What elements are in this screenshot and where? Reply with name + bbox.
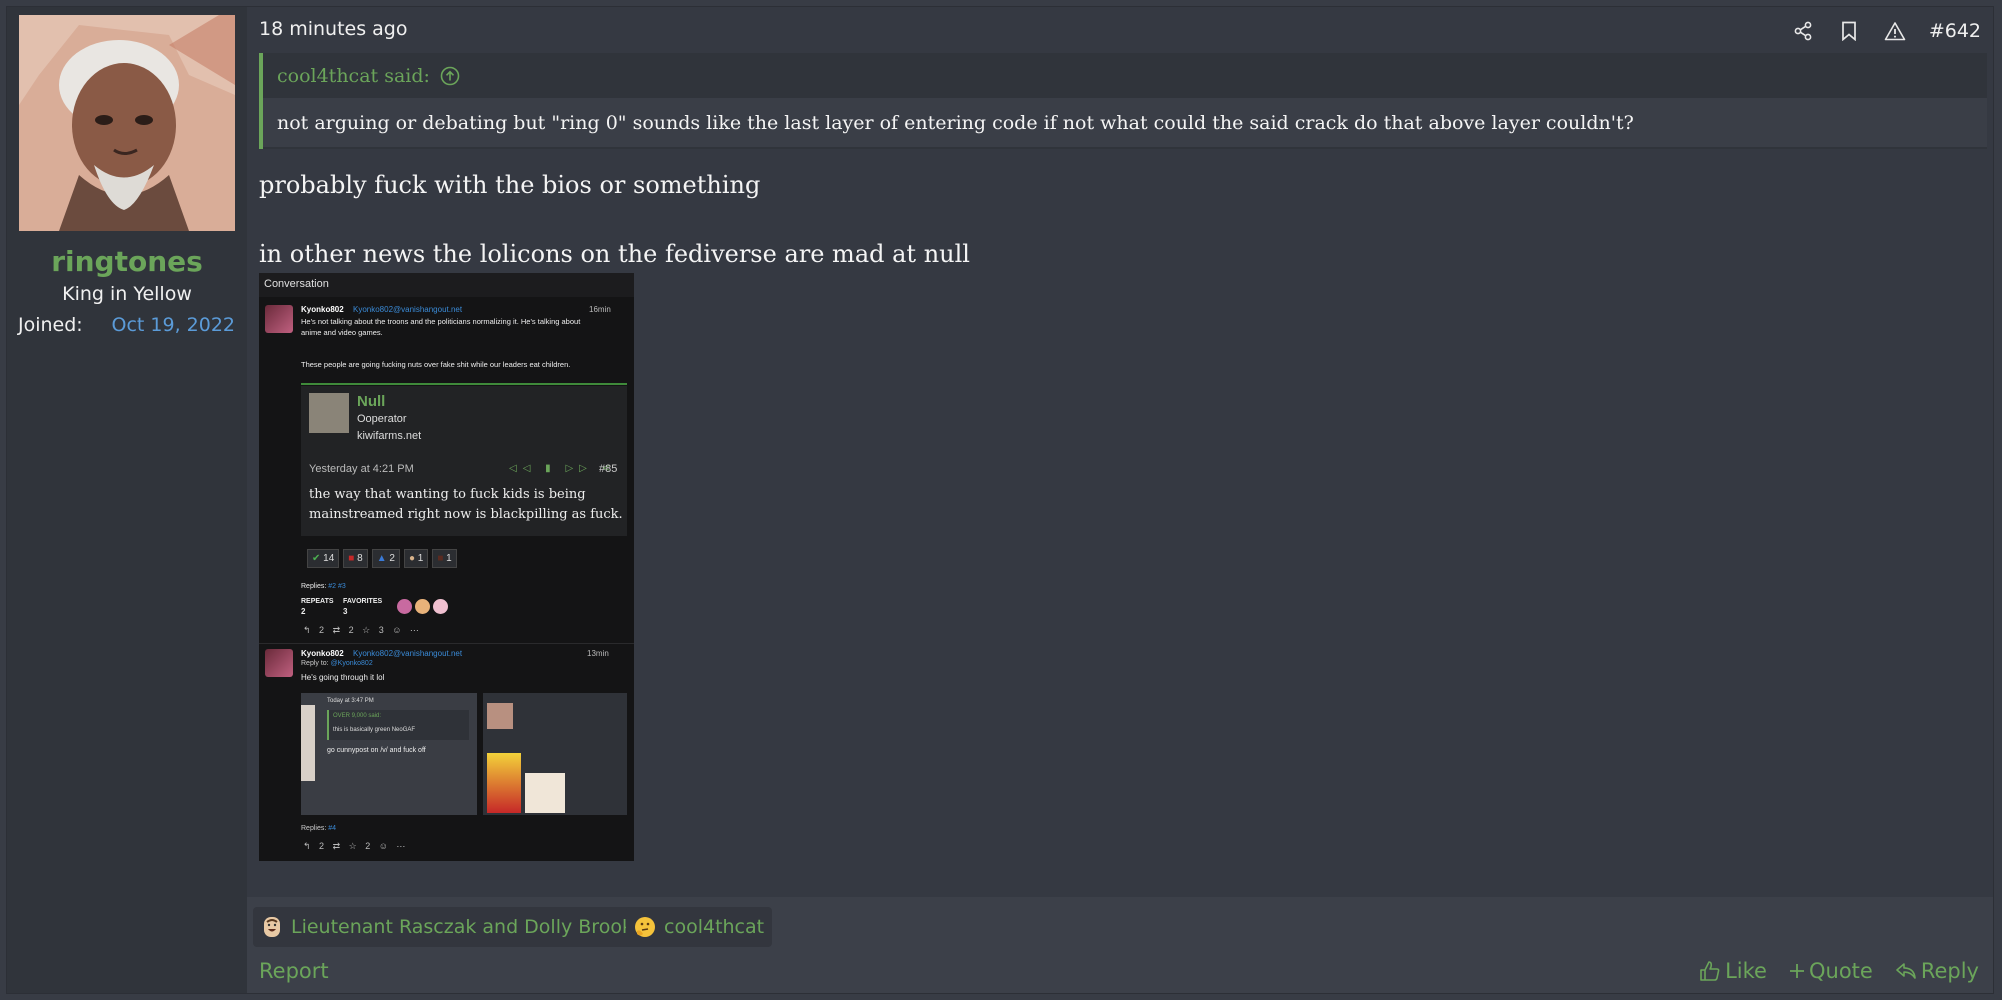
message-line: in other news the lolicons on the fedive…: [259, 240, 970, 268]
embed-role: Ooperator: [357, 413, 407, 425]
post-number[interactable]: #642: [1929, 20, 1981, 42]
embed-handle: Kyonko802@vanishangout.net: [353, 649, 463, 658]
embed-text: mainstreamed right now is blackpilling a…: [309, 507, 623, 522]
quote-button[interactable]: Quote: [1789, 959, 1873, 983]
embed-quote-author: OVER 9,000 said:: [333, 713, 382, 719]
post-footer: Lieutenant Rasczak and Dolly Brooks cool…: [247, 897, 1993, 993]
embed-time: 16min: [589, 305, 611, 314]
forum-post: ringtones King in Yellow Joined: Oct 19,…: [6, 6, 1994, 994]
embed-username: Kyonko802: [301, 305, 344, 314]
embed-favorites-label: FAVORITES: [343, 598, 383, 605]
post-header-actions: #642: [1791, 16, 1981, 46]
thinking-face-icon: [635, 917, 655, 937]
post-time[interactable]: 18 minutes ago: [259, 18, 408, 40]
embed-reply-to-handle: @Kyonko802: [330, 660, 373, 667]
report-warning-icon[interactable]: [1883, 19, 1907, 43]
embed-username: Null: [357, 393, 386, 410]
embed-repeats-count: 2: [301, 607, 306, 616]
embed-time: 13min: [587, 649, 609, 658]
quote-block: cool4thcat said: not arguing or debating…: [259, 53, 1987, 149]
username[interactable]: ringtones: [7, 245, 247, 278]
embed-text: He's not talking about the troons and th…: [301, 317, 581, 326]
bookmark-icon[interactable]: [1837, 19, 1861, 43]
reaction-label[interactable]: cool4thcat: [664, 916, 764, 938]
user-title: King in Yellow: [62, 283, 192, 305]
embed-text: this is basically green NeoGAF: [333, 727, 416, 733]
embed-replies-links: #2 #3: [328, 583, 346, 590]
avatar[interactable]: [19, 15, 235, 231]
embed-time: Today at 3:47 PM: [327, 698, 374, 704]
embed-avatar: [265, 649, 293, 677]
like-label: Like: [1725, 959, 1767, 983]
avatar-sketch-image: [19, 15, 235, 231]
embed-replies-label: Replies:: [301, 583, 327, 590]
embed-site: kiwifarms.net: [357, 430, 422, 442]
embed-text: He's going through it lol: [301, 673, 385, 682]
embed-stats-bar: ↰ 2 ⇄ 2 ☆ 3 ☺ ⋯: [303, 625, 419, 635]
joined-label: Joined:: [18, 314, 83, 336]
embed-time: Yesterday at 4:21 PM: [309, 463, 414, 475]
report-link[interactable]: Report: [259, 959, 329, 983]
embed-post-number: #85: [599, 463, 618, 475]
user-info-panel: ringtones King in Yellow Joined: Oct 19,…: [7, 7, 247, 993]
share-icon[interactable]: [1791, 19, 1815, 43]
post-actions: Like Quote Reply: [1699, 959, 1979, 983]
jump-to-quote-icon[interactable]: [440, 66, 460, 86]
embed-avatar: [309, 393, 349, 433]
reaction-label[interactable]: Lieutenant Rasczak and Dolly Brooks: [291, 916, 643, 938]
laughing-face-icon: [264, 917, 280, 937]
quote-author[interactable]: cool4thcat said:: [277, 65, 430, 87]
embed-repeats-label: REPEATS: [301, 598, 334, 605]
like-button[interactable]: Like: [1699, 959, 1767, 983]
embed-handle: Kyonko802@vanishangout.net: [353, 305, 463, 314]
conversation-header: Conversation: [264, 278, 329, 290]
reply-button[interactable]: Reply: [1895, 959, 1979, 983]
embed-username: Kyonko802: [301, 649, 344, 658]
joined-date: Oct 19, 2022: [111, 314, 236, 336]
reaction-item[interactable]: cool4thcat: [626, 907, 773, 947]
reply-label: Reply: [1920, 959, 1979, 983]
embed-reactions: ✔ 14 ■ 8 ▲ 2 ● 1 ■ 1: [307, 549, 457, 568]
embed-stats-bar: ↰ 2 ⇄ ☆ 2 ☺ ⋯: [303, 841, 406, 851]
post-main: 18 minutes ago #642 cool4thcat said: not…: [247, 7, 1993, 993]
embed-text: go cunnypost on /v/ and fuck off: [327, 747, 426, 754]
embed-text: These people are going fucking nuts over…: [301, 360, 571, 369]
embed-text: anime and video games.: [301, 328, 383, 337]
message-line: probably fuck with the bios or something: [259, 171, 761, 199]
embed-favorites-count: 3: [343, 607, 348, 616]
embed-text: the way that wanting to fuck kids is bei…: [309, 487, 586, 502]
embedded-screenshot-image[interactable]: Conversation Kyonko802 Kyonko802@vanisha…: [259, 273, 634, 861]
quote-header[interactable]: cool4thcat said:: [263, 53, 1987, 98]
quote-text: not arguing or debating but "ring 0" sou…: [263, 98, 1987, 147]
embed-replies-links: #4: [328, 825, 337, 832]
embed-avatar: [265, 305, 293, 333]
reaction-item[interactable]: Lieutenant Rasczak and Dolly Brooks: [253, 907, 651, 947]
plus-icon: [1789, 964, 1804, 978]
embed-reply-to-label: Reply to:: [301, 660, 329, 667]
embed-favoriter-avatars: [397, 599, 448, 614]
thumbs-up-icon: [1700, 961, 1720, 981]
embed-replies-label: Replies:: [301, 825, 327, 832]
reply-arrow-icon: [1896, 963, 1916, 979]
quote-label: Quote: [1808, 959, 1873, 983]
